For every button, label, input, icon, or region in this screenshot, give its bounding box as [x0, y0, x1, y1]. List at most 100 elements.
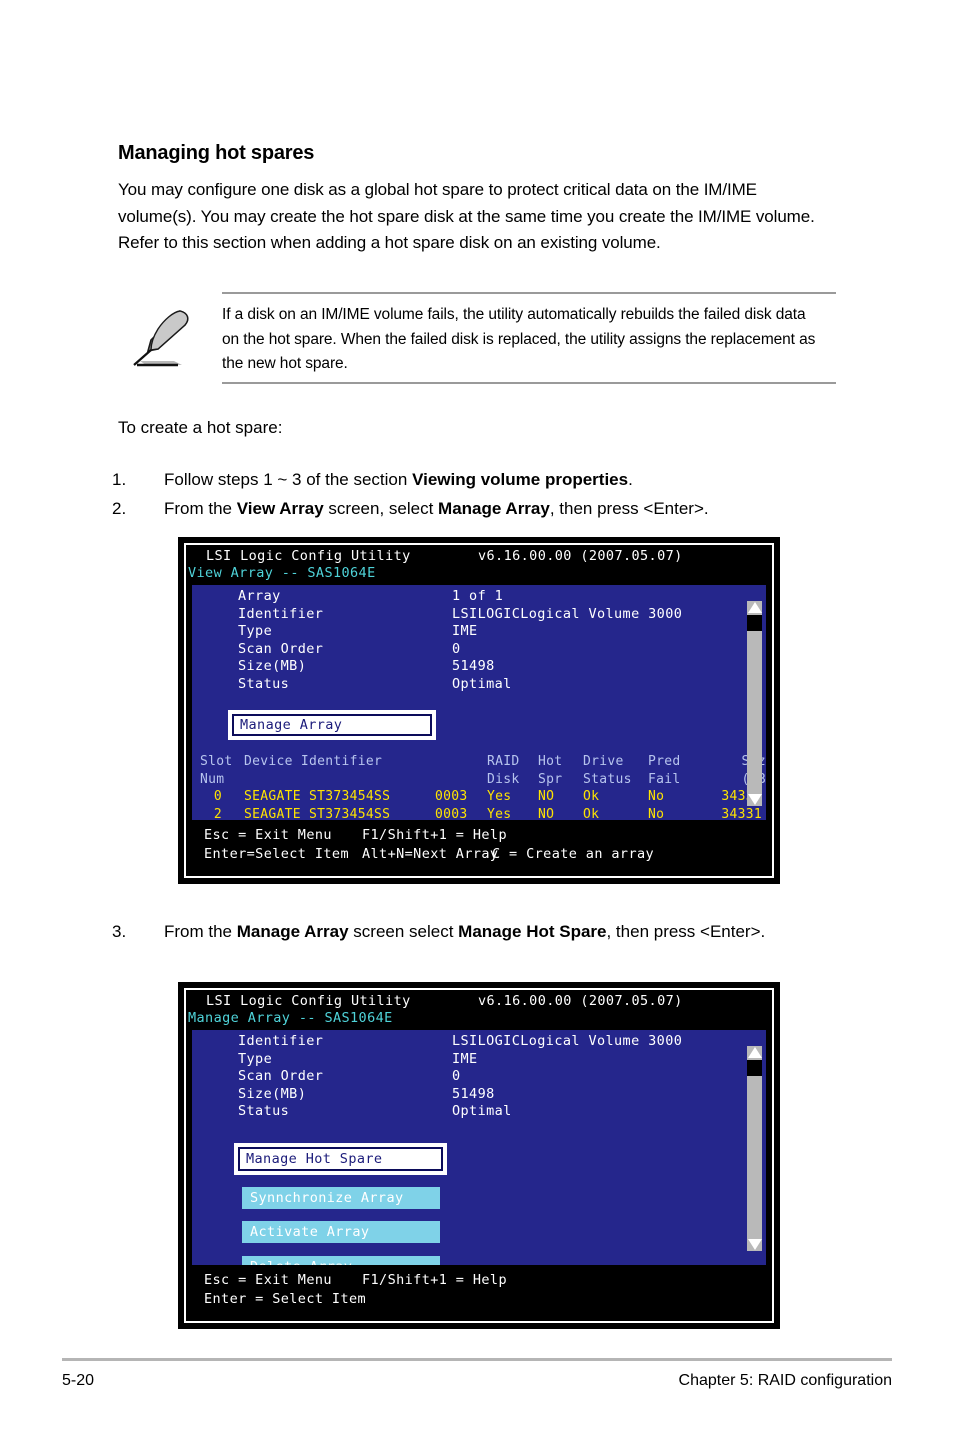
utility-version: v6.16.00.00 (2007.05.07) [478, 993, 683, 1009]
property-label: Array [238, 588, 281, 604]
key-enter-select: Enter = Select Item [204, 1291, 367, 1307]
article-content: Managing hot spares You may configure on… [118, 142, 838, 257]
cell-pred-fail: No [648, 806, 665, 821]
bios-title-row: LSI Logic Config Utility v6.16.00.00 (20… [196, 547, 772, 565]
cell-firmware: 0003 [435, 806, 468, 821]
array-properties: Identifier LSILOGICLogical Volume 3000 T… [192, 1033, 766, 1121]
property-row: Size(MB) 51498 [192, 658, 766, 676]
cell-drive-status: Ok [583, 806, 600, 821]
property-row: Identifier LSILOGICLogical Volume 3000 [192, 1033, 766, 1051]
device-table: Slot Device Identifier RAID Hot Drive Pr… [192, 753, 766, 820]
bios-key-help-footer: Esc = Exit Menu F1/Shift+1 = Help Enter=… [192, 820, 766, 872]
utility-version: v6.16.00.00 (2007.05.07) [478, 548, 683, 564]
scroll-down-arrow-icon[interactable] [747, 793, 762, 806]
step-prefix: Follow steps 1 ~ 3 of the section [164, 470, 413, 489]
col-drive-2: Status [583, 771, 632, 787]
col-drive: Drive [583, 754, 624, 769]
key-c-create-array: C = Create an array [492, 846, 655, 862]
table-row[interactable]: 0 SEAGATE ST373454SS 0003 Yes NO Ok No 3… [192, 788, 766, 806]
property-row: Status Optimal [192, 676, 766, 694]
property-label: Type [238, 1050, 273, 1067]
note-divider-bottom [222, 382, 836, 384]
utility-name: LSI Logic Config Utility [206, 548, 411, 564]
key-esc-exit: Esc = Exit Menu [204, 1272, 332, 1288]
property-value: Optimal [452, 675, 512, 692]
table-row[interactable]: 2 SEAGATE ST373454SS 0003 Yes NO Ok No 3… [192, 806, 766, 821]
manage-array-option[interactable]: Manage Array [228, 710, 436, 740]
vertical-scrollbar[interactable] [747, 601, 762, 806]
step-bold: Manage Array [236, 922, 349, 941]
list-item: 2. From the View Array screen, select Ma… [112, 495, 842, 522]
manage-array-label: Manage Array [240, 717, 343, 733]
note-divider-top [222, 292, 836, 294]
col-slot: Slot [200, 754, 233, 769]
property-row: Type IME [192, 1051, 766, 1069]
bios-title-row: LSI Logic Config Utility v6.16.00.00 (20… [196, 992, 772, 1010]
key-enter-select: Enter=Select Item [204, 846, 349, 862]
scroll-up-arrow-icon[interactable] [747, 1046, 762, 1059]
intro-paragraph: You may configure one disk as a global h… [118, 180, 815, 252]
property-label: Scan Order [238, 640, 324, 657]
col-hot: Hot [538, 754, 563, 769]
property-label: Identifier [238, 605, 324, 622]
bios-frame: LSI Logic Config Utility v6.16.00.00 (20… [184, 988, 774, 1323]
step-text: From the View Array screen, select Manag… [164, 495, 842, 522]
col-slot-2: Num [200, 771, 225, 787]
cell-raid-disk: Yes [487, 789, 512, 804]
step-bold: View Array [236, 499, 324, 518]
property-value: LSILOGICLogical Volume 3000 [452, 1033, 683, 1049]
property-value: IME [452, 623, 478, 639]
footer-divider [62, 1358, 892, 1361]
property-value: 0 [452, 1068, 461, 1084]
property-row: Array 1 of 1 [192, 588, 766, 606]
step-suffix: , then press <Enter>. [549, 499, 709, 518]
footer-line-1: Esc = Exit Menu F1/Shift+1 = Help [192, 1271, 766, 1290]
screen-subtitle: View Array -- SAS1064E [188, 565, 376, 581]
col-device: Device Identifier [244, 754, 383, 769]
array-properties: Array 1 of 1 Identifier LSILOGICLogical … [192, 588, 766, 693]
scroll-down-arrow-icon[interactable] [747, 1238, 762, 1251]
footer-line-1: Esc = Exit Menu F1/Shift+1 = Help [192, 826, 766, 845]
col-hot-2: Spr [538, 771, 563, 787]
property-label: Status [238, 675, 290, 692]
scrollbar-thumb[interactable] [747, 1060, 762, 1076]
scrollbar-thumb[interactable] [747, 615, 762, 631]
step-bold: Viewing volume properties [412, 470, 629, 489]
manage-hot-spare-option[interactable]: Manage Hot Spare [234, 1143, 447, 1175]
manage-hot-spare-label: Manage Hot Spare [246, 1151, 383, 1167]
activate-array-label: Activate Array [250, 1224, 370, 1240]
cell-slot: 0 [213, 789, 223, 804]
screen-subtitle: Manage Array -- SAS1064E [188, 1010, 393, 1026]
cell-slot: 2 [213, 806, 223, 821]
activate-array-option[interactable]: Activate Array [242, 1221, 440, 1243]
col-raid-2: Disk [487, 771, 520, 787]
delete-array-option[interactable]: Delete Array [242, 1256, 440, 1265]
bios-frame: LSI Logic Config Utility v6.16.00.00 (20… [184, 543, 774, 878]
scroll-up-arrow-icon[interactable] [747, 601, 762, 614]
col-raid: RAID [487, 754, 520, 769]
synchronize-array-option[interactable]: Synnchronize Array [242, 1187, 440, 1209]
bios-key-help-footer: Esc = Exit Menu F1/Shift+1 = Help Enter … [192, 1265, 766, 1317]
property-value: LSILOGICLogical Volume 3000 [452, 605, 683, 622]
bios-screenshot-manage-array: LSI Logic Config Utility v6.16.00.00 (20… [178, 982, 780, 1329]
property-label: Size(MB) [238, 658, 307, 674]
key-esc-exit: Esc = Exit Menu [204, 827, 332, 843]
cell-device: SEAGATE ST373454SS [244, 806, 391, 821]
property-row: Scan Order 0 [192, 1068, 766, 1086]
property-label: Scan Order [238, 1068, 324, 1084]
document-page: Managing hot spares You may configure on… [0, 0, 954, 1438]
property-value: 1 of 1 [452, 588, 504, 604]
property-label: Type [238, 623, 273, 639]
vertical-scrollbar[interactable] [747, 1046, 762, 1251]
step-prefix: From the [164, 922, 237, 941]
cell-size: 34331 [721, 806, 762, 821]
bios-content-panel: Array 1 of 1 Identifier LSILOGICLogical … [192, 585, 766, 820]
steps-list: 1. Follow steps 1 ~ 3 of the section Vie… [112, 466, 842, 524]
col-pred: Pred [648, 754, 681, 769]
step-suffix: , then press <Enter>. [606, 922, 766, 941]
bios-title-bar: LSI Logic Config Utility v6.16.00.00 (20… [186, 545, 772, 583]
table-header-row-1: Slot Device Identifier RAID Hot Drive Pr… [192, 753, 766, 771]
cell-hot-spare: NO [538, 806, 555, 821]
step-prefix: From the [164, 499, 237, 518]
page-number: 5-20 [62, 1372, 95, 1389]
